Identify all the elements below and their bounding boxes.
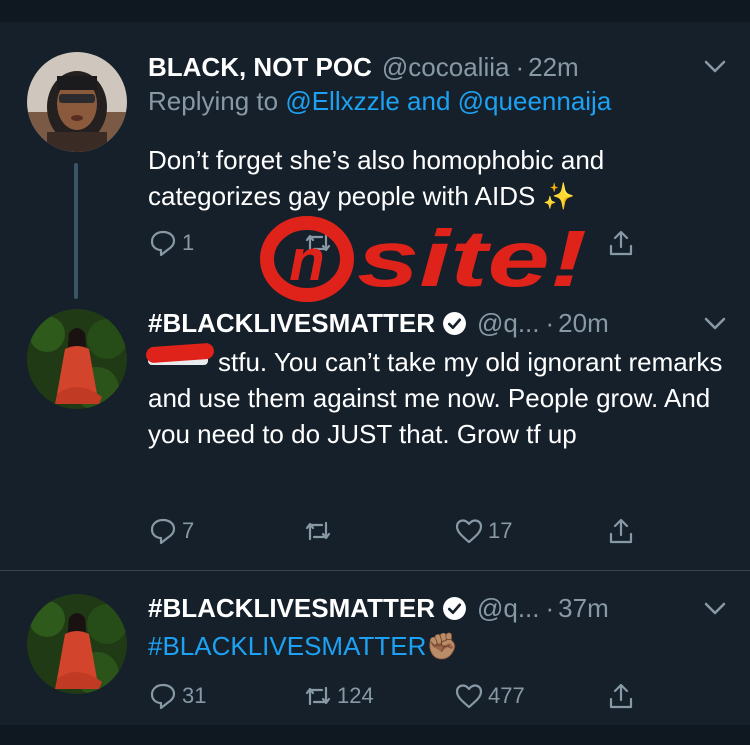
timestamp[interactable]: 22m bbox=[528, 52, 579, 83]
reply-button[interactable]: 31 bbox=[148, 681, 206, 711]
reply-button[interactable]: 7 bbox=[148, 516, 194, 546]
svg-text:n: n bbox=[289, 228, 324, 293]
reply-icon bbox=[150, 518, 176, 545]
tweet-divider bbox=[0, 570, 750, 571]
tweet-text: stfu. You can’t take my old ignorant rem… bbox=[148, 347, 723, 449]
handle[interactable]: @q... bbox=[477, 308, 540, 339]
reply-icon bbox=[150, 230, 176, 257]
svg-text:site!: site! bbox=[357, 214, 587, 302]
handle[interactable]: @q... bbox=[477, 593, 540, 624]
reply-count: 7 bbox=[182, 518, 195, 543]
like-icon bbox=[455, 519, 483, 544]
retweet-button[interactable] bbox=[303, 516, 333, 546]
reply-count: 1 bbox=[182, 230, 195, 255]
watermark-logo: n site! bbox=[260, 214, 587, 302]
replying-to-handles[interactable]: @Ellxzzle and @queennaija bbox=[285, 86, 611, 116]
sparkles-emoji: ✨ bbox=[542, 181, 575, 211]
share-button[interactable] bbox=[606, 516, 636, 546]
display-name[interactable]: #BLACKLIVESMATTER bbox=[148, 593, 435, 624]
chevron-down-icon[interactable] bbox=[704, 60, 726, 74]
timestamp[interactable]: 20m bbox=[558, 308, 609, 339]
display-name[interactable]: #BLACKLIVESMATTER bbox=[148, 308, 435, 339]
verified-badge-icon bbox=[443, 596, 466, 620]
share-icon bbox=[609, 683, 633, 709]
tweet-actions: 7 17 bbox=[148, 516, 648, 552]
timestamp[interactable]: 37m bbox=[558, 593, 609, 624]
like-icon bbox=[455, 684, 483, 709]
separator: · bbox=[545, 307, 555, 338]
reply-icon bbox=[150, 683, 176, 710]
bottom-edge-bar bbox=[0, 725, 750, 745]
retweet-icon bbox=[305, 521, 331, 541]
reply-button[interactable]: 1 bbox=[148, 228, 194, 258]
avatar[interactable] bbox=[27, 52, 127, 152]
top-edge-bar bbox=[0, 0, 750, 22]
verified-badge-icon bbox=[443, 311, 466, 335]
separator: · bbox=[515, 51, 525, 82]
like-count: 17 bbox=[488, 518, 513, 543]
thread-line bbox=[74, 163, 78, 299]
chevron-down-icon[interactable] bbox=[704, 317, 726, 331]
handle[interactable]: @cocoaliia bbox=[382, 52, 510, 83]
tweet-header: #BLACKLIVESMATTER @q... · 20m bbox=[148, 305, 609, 341]
tweet-header: BLACK, NOT POC @cocoaliia · 22m bbox=[148, 49, 579, 85]
tweet-text: #BLACKLIVESMATTER✊🏽 bbox=[148, 628, 733, 664]
chevron-down-icon[interactable] bbox=[704, 602, 726, 616]
share-icon bbox=[609, 518, 633, 544]
avatar[interactable] bbox=[27, 309, 127, 409]
display-name[interactable]: BLACK, NOT POC bbox=[148, 52, 372, 83]
hashtag-link[interactable]: #BLACKLIVESMATTER bbox=[148, 631, 426, 661]
share-button[interactable] bbox=[606, 681, 636, 711]
replying-to: Replying to @Ellxzzle and @queennaija bbox=[148, 86, 611, 117]
separator: · bbox=[545, 592, 555, 623]
reply-count: 31 bbox=[182, 683, 207, 708]
replying-prefix: Replying to bbox=[148, 86, 286, 116]
tweet-text: Don’t forget she’s also homophobic and c… bbox=[148, 142, 733, 214]
avatar[interactable] bbox=[27, 594, 127, 694]
tweet-text-content: Don’t forget she’s also homophobic and c… bbox=[148, 145, 605, 211]
retweet-count: 124 bbox=[337, 683, 374, 708]
like-button[interactable]: 17 bbox=[454, 516, 512, 546]
tweet-header: #BLACKLIVESMATTER @q... · 37m bbox=[148, 590, 609, 626]
like-count: 477 bbox=[488, 683, 525, 708]
raised-fist-emoji: ✊🏽 bbox=[426, 631, 459, 661]
tweet-actions: 31 124 477 bbox=[148, 681, 648, 717]
retweet-icon bbox=[305, 686, 331, 706]
retweet-button[interactable]: 124 bbox=[303, 681, 374, 711]
like-button[interactable]: 477 bbox=[454, 681, 525, 711]
